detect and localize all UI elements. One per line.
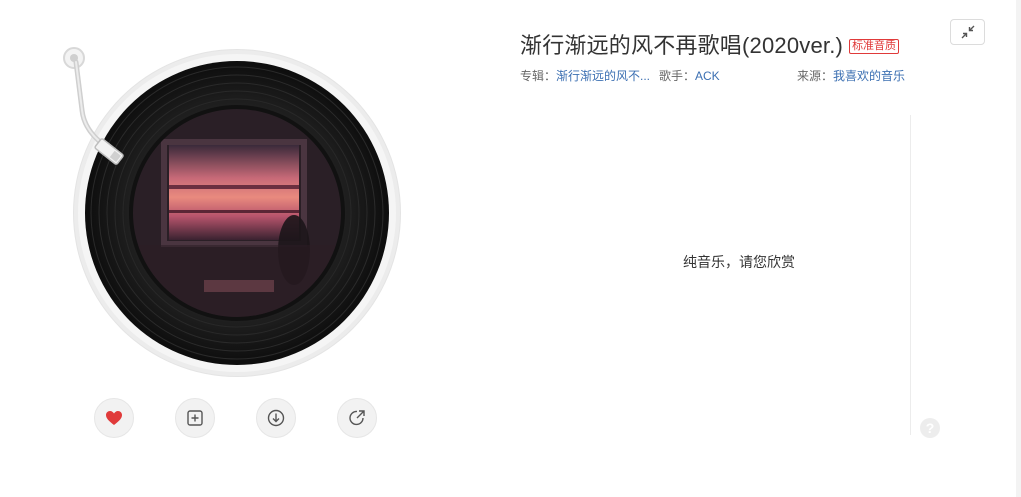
like-button[interactable]	[94, 398, 134, 438]
tonearm-icon	[63, 47, 124, 165]
add-to-playlist-button[interactable]	[175, 398, 215, 438]
pure-music-message: 纯音乐，请您欣赏	[683, 254, 795, 270]
quality-badge[interactable]: 标准音质	[849, 39, 900, 54]
add-square-icon	[187, 410, 203, 426]
heart-icon	[106, 411, 122, 425]
song-title: 渐行渐远的风不再歌唱(2020ver.) 标准音质	[520, 28, 900, 60]
lyrics-panel[interactable]: 纯音乐，请您欣赏	[520, 115, 911, 435]
collapse-button[interactable]	[950, 19, 985, 45]
player-page: 渐行渐远的风不再歌唱(2020ver.) 标准音质 专辑：渐行渐远的风不... 歌…	[0, 0, 1021, 497]
artist-label: 歌手：	[659, 69, 696, 83]
album-info: 专辑：渐行渐远的风不...	[520, 67, 650, 84]
scrollbar-track[interactable]	[1016, 0, 1021, 497]
artist-link[interactable]: ACK	[695, 69, 720, 83]
album-link[interactable]: 渐行渐远的风不...	[556, 69, 650, 83]
source-label: 来源：	[797, 69, 834, 83]
collapse-arrows-icon	[961, 25, 974, 39]
song-title-text: 渐行渐远的风不再歌唱(2020ver.)	[520, 33, 844, 58]
artist-info: 歌手：ACK	[659, 67, 720, 84]
share-icon	[349, 410, 365, 426]
help-icon[interactable]: ?	[920, 418, 940, 438]
share-button[interactable]	[337, 398, 377, 438]
source-info: 来源：我喜欢的音乐	[797, 67, 905, 84]
source-link[interactable]: 我喜欢的音乐	[833, 69, 905, 83]
song-actions	[94, 398, 384, 440]
vinyl-record	[63, 47, 400, 376]
album-label: 专辑：	[520, 69, 557, 83]
download-button[interactable]	[256, 398, 296, 438]
download-icon	[267, 409, 285, 427]
